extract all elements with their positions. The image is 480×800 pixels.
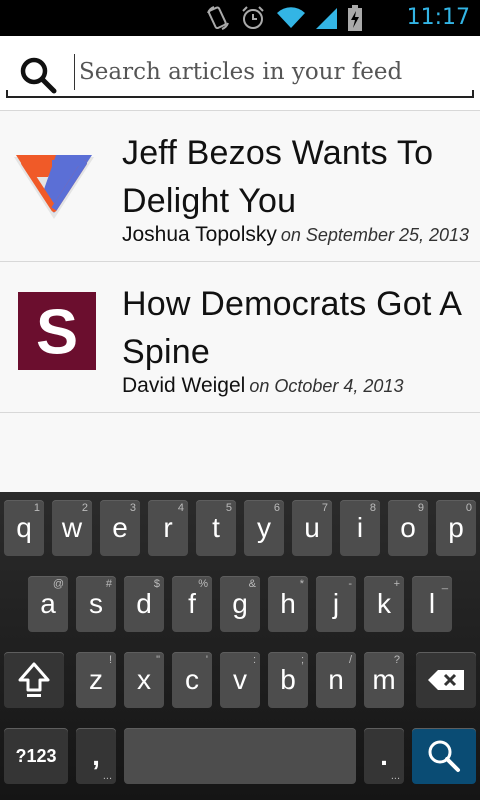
key-hint: _: [441, 578, 448, 590]
search-input[interactable]: [74, 54, 469, 90]
key-hint: 5: [225, 502, 232, 514]
clock: 11:17: [406, 5, 470, 30]
key-y[interactable]: y6: [244, 500, 284, 556]
article-author: David Weigel: [122, 374, 246, 397]
key-k[interactable]: k +: [364, 576, 404, 632]
article-date: on September 25, 2013: [280, 225, 470, 245]
slate-logo-icon: S: [18, 292, 96, 370]
key-m[interactable]: m?: [364, 652, 404, 708]
status-icons: [206, 4, 362, 32]
comma-key-hint: ...: [102, 770, 112, 782]
symbols-key-label: ?123: [15, 745, 57, 766]
key-hint: :: [252, 654, 256, 666]
key-hint: 2: [81, 502, 88, 514]
key-hint: !: [108, 654, 112, 666]
key-p[interactable]: p0: [436, 500, 476, 556]
rotate-icon: [207, 6, 229, 30]
search-underline: [6, 90, 474, 98]
wifi-icon: [277, 7, 305, 29]
key-hint: ;: [300, 654, 304, 666]
alarm-icon: [242, 6, 264, 29]
key-o[interactable]: o9: [388, 500, 428, 556]
search-icon: [428, 740, 460, 772]
status-bar: 11:17: [0, 0, 480, 36]
key-c[interactable]: c ': [172, 652, 212, 708]
article-list: Jeff Bezos Wants To Delight You Joshua T…: [0, 110, 480, 413]
key-hint: &: [248, 578, 256, 590]
shift-icon: [18, 662, 50, 697]
key-w[interactable]: w2: [52, 500, 92, 556]
soft-keyboard: ?123 , ... . ... q 1 w 2 e 3 r 4 t 5 y 6 u 7 i 8 o 9 p 0 a @ s…: [0, 492, 480, 800]
key-hint: 0: [465, 502, 472, 514]
key-hint: 4: [177, 502, 184, 514]
key-hint: 8: [369, 502, 376, 514]
key-e[interactable]: e3: [100, 500, 140, 556]
article-title: How Democrats Got A Spine: [122, 285, 461, 371]
key-hint: ': [205, 654, 208, 666]
key-hint: 6: [273, 502, 280, 514]
key-x[interactable]: x ": [124, 652, 164, 708]
key-r[interactable]: r4: [148, 500, 188, 556]
key-hint: #: [105, 578, 112, 590]
article-date: on October 4, 2013: [249, 376, 404, 396]
article-meta: David Weigel on October 4, 2013: [122, 374, 403, 398]
list-item[interactable]: Jeff Bezos Wants To Delight You Joshua T…: [0, 110, 480, 261]
key-j[interactable]: j-: [316, 576, 356, 632]
key-hint: 9: [417, 502, 424, 514]
shift-key[interactable]: [4, 652, 64, 708]
app-screen: Jeff Bezos Wants To Delight You Joshua T…: [0, 36, 480, 492]
key-hint: $: [153, 578, 160, 590]
search-submit-key[interactable]: [412, 728, 476, 784]
key-i[interactable]: i8: [340, 500, 380, 556]
key-hint: +: [393, 578, 400, 590]
key-hint: @: [52, 578, 64, 590]
key-hint: %: [198, 578, 208, 590]
the-verge-logo-icon: [14, 155, 94, 219]
key-hint: 7: [321, 502, 328, 514]
key-g[interactable]: g &: [220, 576, 260, 632]
signal-icon: [316, 8, 337, 29]
key-l[interactable]: l _: [412, 576, 452, 632]
comma-key[interactable]: , ...: [76, 728, 116, 784]
key-hint: /: [348, 654, 352, 666]
key-f[interactable]: f%: [172, 576, 212, 632]
key-hint: 3: [129, 502, 136, 514]
key-a[interactable]: a @: [28, 576, 68, 632]
key-hint: *: [299, 578, 304, 590]
svg-text:S: S: [36, 297, 78, 367]
key-d[interactable]: d $: [124, 576, 164, 632]
key-hint: ": [156, 654, 160, 666]
key-u[interactable]: u7: [292, 500, 332, 556]
key-z[interactable]: z!: [76, 652, 116, 708]
key-n[interactable]: n /: [316, 652, 356, 708]
key-t[interactable]: t5: [196, 500, 236, 556]
article-meta: Joshua Topolsky on September 25, 2013: [122, 223, 469, 247]
period-key-hint: ...: [390, 770, 400, 782]
article-author: Joshua Topolsky: [122, 223, 277, 246]
key-hint: ?: [393, 654, 400, 666]
key-v[interactable]: v:: [220, 652, 260, 708]
key-hint: -: [348, 578, 352, 590]
key-h[interactable]: h *: [268, 576, 308, 632]
key-hint: 1: [33, 502, 40, 514]
search-icon[interactable]: [18, 55, 58, 95]
search-bar: [0, 36, 480, 110]
key-q[interactable]: q1: [4, 500, 44, 556]
delete-key[interactable]: [416, 652, 476, 708]
article-title: Jeff Bezos Wants To Delight You: [122, 134, 434, 220]
symbols-key[interactable]: ?123: [4, 728, 68, 784]
space-key[interactable]: [124, 728, 356, 784]
key-s[interactable]: s #: [76, 576, 116, 632]
battery-charging-icon: [348, 5, 362, 31]
backspace-icon: [428, 670, 464, 690]
key-b[interactable]: b;: [268, 652, 308, 708]
period-key[interactable]: . ...: [364, 728, 404, 784]
list-item[interactable]: S How Democrats Got A Spine David Weigel…: [0, 261, 480, 413]
